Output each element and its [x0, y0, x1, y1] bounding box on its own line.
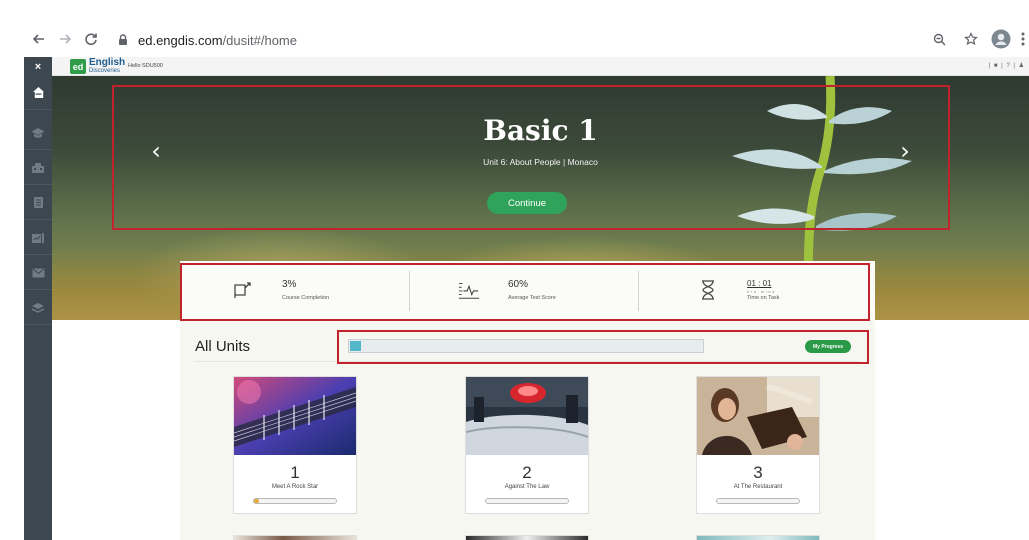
unit-image-restaurant [697, 377, 819, 455]
unit-card[interactable]: 3 At The Restaurant [696, 376, 820, 514]
unit-progress-bar [716, 498, 800, 504]
overall-progress-fill [350, 341, 361, 351]
sidebar-item-reports[interactable] [24, 221, 52, 255]
time-units: hrs mins [747, 290, 777, 294]
my-progress-button[interactable]: My Progress [805, 340, 851, 353]
hourglass-icon [702, 280, 714, 300]
url-path: /dusit#/home [222, 32, 297, 48]
chart-icon [32, 232, 44, 243]
overall-progress-bar [348, 339, 704, 353]
time-label: Time on Task [747, 295, 780, 301]
header-utility-icons[interactable]: | ■ | ? | ♟ [989, 62, 1025, 69]
unit-number: 1 [290, 463, 300, 482]
layers-icon [31, 302, 45, 313]
back-button[interactable] [28, 28, 50, 50]
app-header: × ed English Discoveries Hello SDU500 | … [24, 57, 1029, 76]
unit-progress-fill [254, 499, 259, 503]
logo-text: English Discoveries [89, 57, 126, 75]
browser-tabstrip [0, 0, 1029, 22]
reload-icon [85, 33, 97, 46]
course-title: Basic 1 [483, 114, 598, 147]
unit-progress-bar [485, 498, 569, 504]
zoom-button[interactable] [928, 28, 950, 50]
document-icon [33, 197, 43, 208]
course-subtitle: Unit 6: About People | Monaco [483, 157, 598, 167]
unit-progress-bar [253, 498, 337, 504]
avatar-icon [991, 29, 1011, 49]
arrow-left-icon [32, 34, 44, 44]
close-button[interactable]: × [24, 57, 52, 76]
unit-number: 2 [522, 463, 532, 482]
browser-toolbar: ed.engdis.com/dusit#/home [0, 22, 1029, 56]
units-section: All Units My Progress 1 Meet A Rock Star… [180, 321, 875, 540]
arrow-right-icon [60, 34, 72, 44]
browser-menu-button[interactable] [1018, 28, 1028, 50]
star-icon [964, 32, 978, 46]
sidebar-item-resources[interactable] [24, 291, 52, 325]
reload-button[interactable] [80, 28, 102, 50]
unit-name: At The Restaurant [733, 484, 783, 490]
unit-name: Meet A Rock Star [271, 484, 319, 490]
unit-image-guitar [234, 377, 356, 455]
unit-card[interactable]: 1 Meet A Rock Star [233, 376, 357, 514]
kebab-menu-icon [1021, 32, 1025, 46]
sidebar-item-community[interactable] [24, 151, 52, 185]
graduation-cap-icon [31, 127, 45, 138]
completion-label: Course Completion [282, 295, 330, 301]
address-bar[interactable]: ed.engdis.com/dusit#/home [116, 28, 936, 52]
flag-icon [234, 282, 251, 298]
mail-icon [32, 268, 44, 277]
sidebar-item-messages[interactable] [24, 256, 52, 290]
test-value: 60% [508, 279, 529, 290]
sidebar-item-courses[interactable] [24, 116, 52, 150]
logo-line1: English [89, 57, 126, 68]
bookmark-button[interactable] [960, 28, 982, 50]
unit-name: Against The Law [504, 484, 550, 490]
stat-average-test: 60% Average Test Score [458, 271, 638, 311]
logo-mark: ed [70, 59, 86, 74]
profile-button[interactable] [990, 28, 1012, 50]
home-icon [32, 87, 44, 98]
community-icon [32, 162, 44, 173]
time-value: 01 : 01 [747, 279, 772, 288]
screen: ed.engdis.com/dusit#/home × ed English D… [0, 0, 1029, 540]
stat-time-on-task: 01 : 01 hrs mins Time on Task [697, 271, 877, 311]
sidebar-item-home[interactable] [24, 76, 52, 110]
units-heading: All Units [195, 338, 251, 355]
forward-button[interactable] [54, 28, 76, 50]
continue-button[interactable]: Continue [487, 192, 567, 214]
section-divider [195, 361, 860, 362]
unit-image-police [466, 377, 588, 455]
unit-number: 3 [753, 463, 763, 482]
unit-card-stub[interactable] [696, 535, 820, 540]
pulse-chart-icon [458, 283, 480, 299]
zoom-icon [933, 33, 945, 45]
stat-course-completion: 3% Course Completion [232, 271, 412, 311]
unit-card[interactable]: 2 Against The Law [465, 376, 589, 514]
stats-panel: 3% Course Completion 60% Average Test Sc… [180, 261, 875, 321]
sidebar-item-documents[interactable] [24, 186, 52, 220]
logo-line2: Discoveries [89, 68, 121, 74]
stat-divider [409, 271, 410, 311]
unit-card-stub[interactable] [465, 535, 589, 540]
stat-divider [638, 271, 639, 311]
unit-card-stub[interactable] [233, 535, 357, 540]
url-host: ed.engdis.com [138, 32, 223, 48]
sidebar [24, 76, 52, 540]
url-text: ed.engdis.com/dusit#/home [138, 33, 297, 48]
test-label: Average Test Score [508, 295, 556, 301]
greeting-text: Hello SDU500 [128, 63, 163, 69]
completion-value: 3% [282, 279, 297, 290]
lock-icon [119, 34, 127, 45]
